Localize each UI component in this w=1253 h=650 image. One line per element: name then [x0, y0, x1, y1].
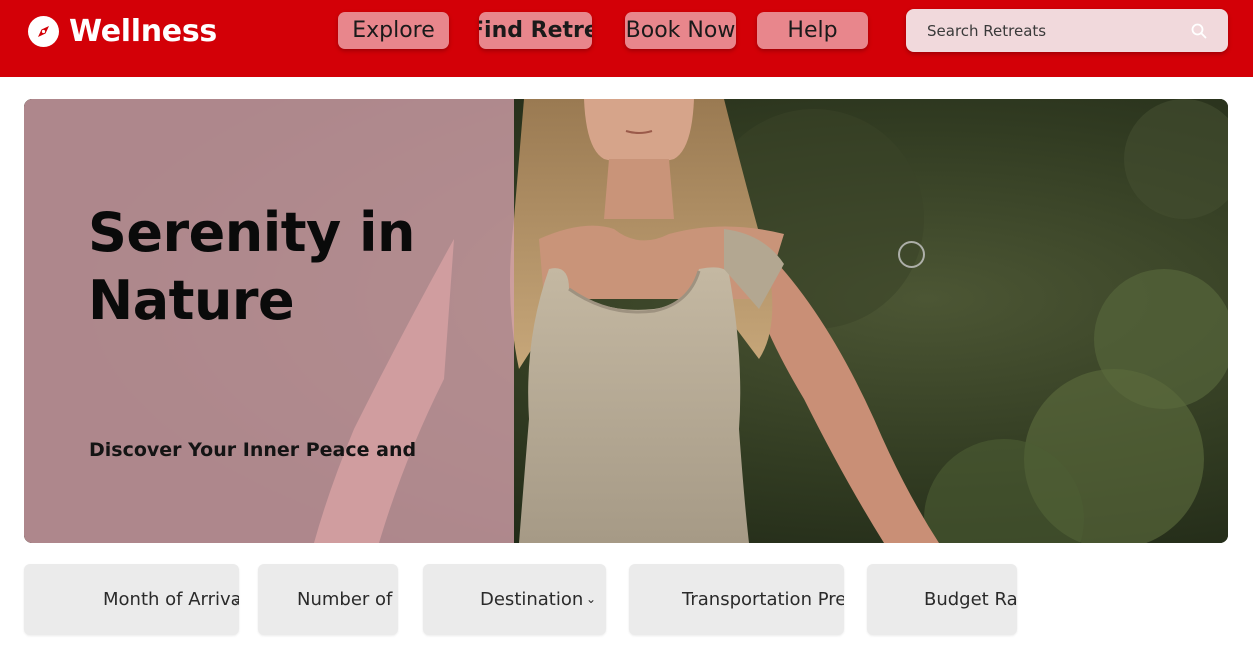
- nav-find-retreat-button[interactable]: Find Retreat: [479, 12, 592, 49]
- compass-icon: [28, 15, 59, 47]
- filter-month-label: Month of Arrival: [103, 589, 239, 610]
- nav-help-button[interactable]: Help: [757, 12, 868, 49]
- hero-title: Serenity in Nature: [88, 201, 416, 332]
- nav-explore-button[interactable]: Explore: [338, 12, 449, 49]
- filter-destination-label: Destination: [480, 589, 584, 610]
- cursor-indicator-icon: [898, 241, 925, 268]
- brand-logo[interactable]: Wellness: [28, 13, 217, 49]
- search-icon[interactable]: [1190, 22, 1208, 40]
- filter-month-of-arrival[interactable]: Month of Arrival ⌄: [24, 564, 239, 635]
- search-box: [906, 9, 1228, 52]
- filter-budget-range[interactable]: Budget Range: [867, 564, 1017, 635]
- filter-guests-label: Number of Guests: [297, 589, 398, 610]
- chevron-down-icon: ⌄: [586, 592, 597, 606]
- nav-find-retreat-label: Find Retreat: [479, 18, 592, 43]
- brand-name: Wellness: [69, 13, 217, 49]
- filter-number-of-guests[interactable]: Number of Guests: [258, 564, 398, 635]
- nav-book-now-button[interactable]: Book Now: [625, 12, 736, 49]
- filter-transportation-label: Transportation Preference: [682, 589, 844, 610]
- hero-subtitle: Discover Your Inner Peace and: [89, 439, 417, 461]
- search-input[interactable]: [906, 9, 1186, 52]
- hero-banner: Serenity in Nature Discover Your Inner P…: [24, 99, 1228, 543]
- filter-destination[interactable]: Destination ⌄: [423, 564, 606, 635]
- hero-text-panel: Serenity in Nature Discover Your Inner P…: [24, 99, 514, 543]
- filter-budget-label: Budget Range: [924, 589, 1017, 610]
- filter-transportation-preference[interactable]: Transportation Preference: [629, 564, 844, 635]
- top-header: Wellness Explore Find Retreat Book Now H…: [0, 0, 1253, 77]
- chevron-down-icon: ⌄: [232, 592, 239, 606]
